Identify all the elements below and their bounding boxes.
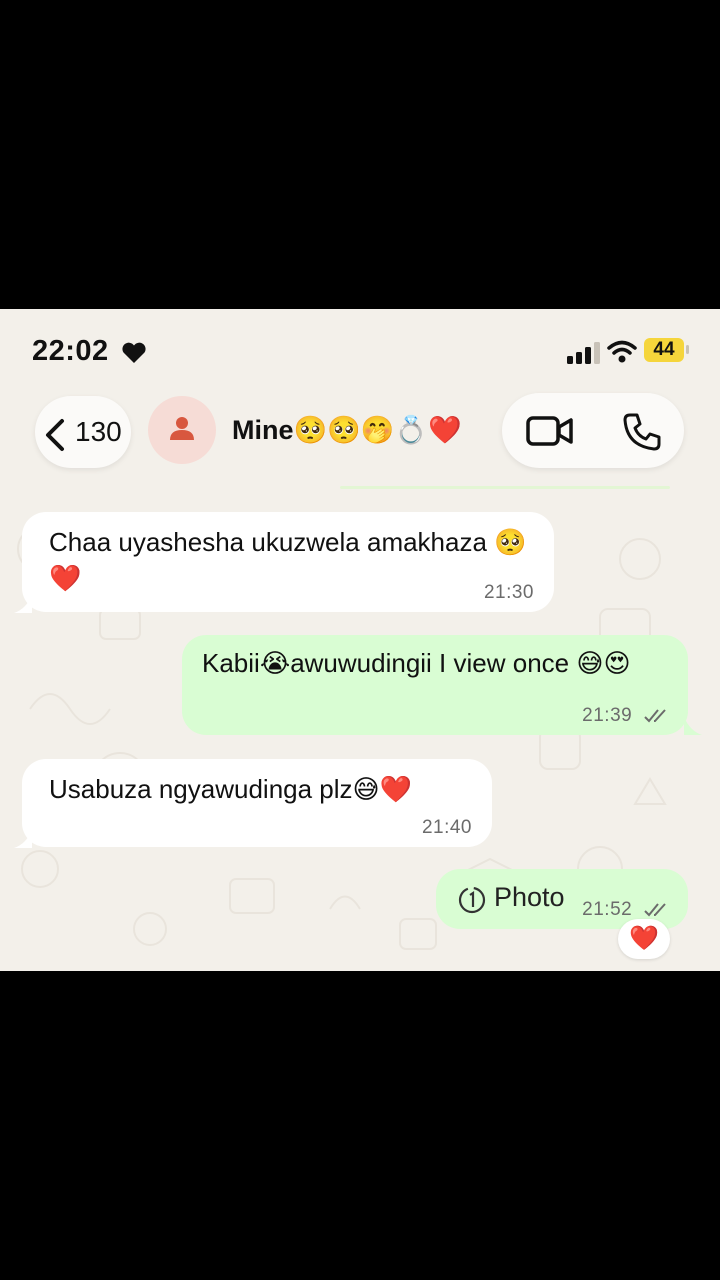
message-time: 21:40	[421, 817, 472, 838]
message-time: 21:30	[483, 582, 534, 603]
message-time-value: 21:52	[582, 899, 633, 920]
avatar[interactable]	[148, 396, 216, 464]
double-check-icon	[644, 709, 666, 723]
chevron-left-icon	[46, 419, 64, 451]
message-time-value: 21:39	[582, 705, 633, 726]
heart-icon	[122, 342, 146, 363]
unread-count: 130	[75, 416, 122, 447]
message-text: Chaa uyashesha ukuzwela amakhaza 🥺❤️	[49, 527, 527, 593]
message-time: 21:39	[582, 705, 670, 727]
bubble-tail	[684, 717, 702, 735]
status-time: 22:02	[32, 335, 109, 367]
message-bubble-incoming[interactable]: Chaa uyashesha ukuzwela amakhaza 🥺❤️ 21:…	[22, 512, 554, 612]
contact-name[interactable]: Mine🥺🥺🤭💍❤️	[232, 414, 462, 446]
bubble-tail	[14, 830, 32, 848]
photo-label: Photo	[494, 882, 565, 912]
phone-call-icon[interactable]	[622, 412, 662, 452]
bubble-tail	[14, 595, 32, 613]
heart-reaction[interactable]: ❤️	[618, 919, 670, 959]
battery-cap	[686, 345, 689, 354]
video-call-icon[interactable]	[526, 415, 574, 447]
view-once-icon	[458, 886, 486, 914]
previous-message-edge	[340, 486, 670, 489]
chat-header: 130 Mine🥺🥺🤭💍❤️	[0, 389, 720, 489]
person-icon	[170, 417, 194, 440]
status-bar: 22:02 44	[0, 309, 720, 389]
chat-screen: 22:02 44 130 Mine🥺🥺🤭💍❤️ Chaa uyashesha u…	[0, 309, 720, 971]
double-check-icon	[644, 903, 666, 917]
back-button[interactable]: 130	[35, 396, 131, 468]
wifi-icon	[607, 340, 637, 363]
message-time: 21:52	[582, 899, 670, 921]
cellular-signal-icon	[567, 342, 600, 364]
message-bubble-outgoing[interactable]: Kabii😭awuwudingii I view once 😅😍 21:39	[182, 635, 688, 735]
battery-indicator: 44	[644, 338, 684, 362]
call-actions	[502, 393, 684, 468]
message-text: Usabuza ngyawudinga plz😅❤️	[49, 774, 413, 804]
message-text: Kabii😭awuwudingii I view once 😅😍	[202, 648, 631, 678]
message-bubble-incoming[interactable]: Usabuza ngyawudinga plz😅❤️ 21:40	[22, 759, 492, 847]
